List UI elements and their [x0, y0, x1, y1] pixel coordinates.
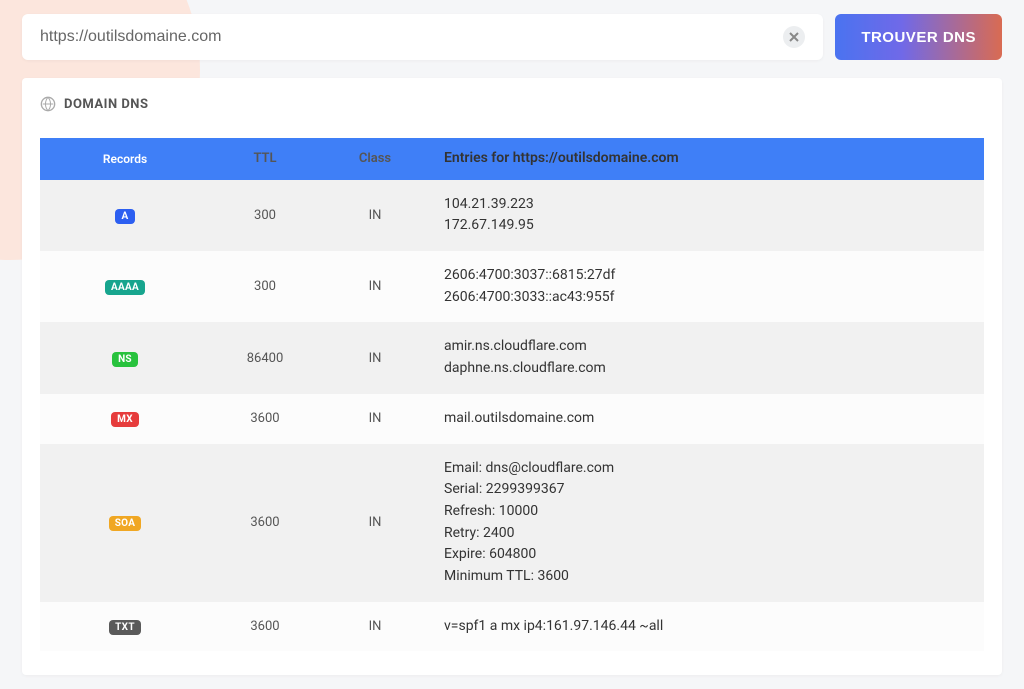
table-row: SOA3600INEmail: dns@cloudflare.comSerial… — [40, 444, 984, 602]
table-row: A300IN104.21.39.223172.67.149.95 — [40, 180, 984, 251]
record-type-badge: MX — [111, 412, 139, 427]
class-cell: IN — [320, 322, 430, 393]
ttl-cell: 86400 — [210, 322, 320, 393]
entry-line: 104.21.39.223 — [444, 194, 970, 216]
dns-table: Records TTL Class Entries for https://ou… — [40, 138, 984, 651]
entries-cell: amir.ns.cloudflare.comdaphne.ns.cloudfla… — [430, 322, 984, 393]
entry-line: mail.outilsdomaine.com — [444, 408, 970, 430]
domain-input[interactable] — [40, 28, 783, 46]
ttl-cell: 3600 — [210, 602, 320, 652]
entry-line: v=spf1 a mx ip4:161.97.146.44 ~all — [444, 616, 970, 638]
record-type-badge: TXT — [109, 620, 141, 635]
record-type-badge: NS — [112, 352, 138, 367]
entry-line: daphne.ns.cloudflare.com — [444, 358, 970, 380]
record-type-badge: SOA — [109, 516, 142, 531]
class-cell: IN — [320, 444, 430, 602]
entries-cell: mail.outilsdomaine.com — [430, 394, 984, 444]
dns-icon — [40, 96, 56, 112]
class-cell: IN — [320, 602, 430, 652]
panel-title: DOMAIN DNS — [64, 97, 148, 112]
ttl-cell: 300 — [210, 251, 320, 322]
entry-line: Email: dns@cloudflare.com — [444, 458, 970, 480]
table-row: MX 3600IN mail.outilsdomaine.com — [40, 394, 984, 444]
record-type-cell: MX — [40, 394, 210, 444]
record-type-badge: A — [115, 209, 134, 224]
col-header-entries: Entries for https://outilsdomaine.com — [430, 138, 984, 180]
entry-line: 2606:4700:3033::ac43:955f — [444, 287, 970, 309]
entries-cell: Email: dns@cloudflare.comSerial: 2299399… — [430, 444, 984, 602]
entry-line: Retry: 2400 — [444, 523, 970, 545]
entry-line: Expire: 604800 — [444, 544, 970, 566]
ttl-cell: 3600 — [210, 394, 320, 444]
entry-line: 2606:4700:3037::6815:27df — [444, 265, 970, 287]
record-type-badge: AAAA — [105, 280, 145, 295]
search-bar: TROUVER DNS — [22, 14, 1002, 60]
record-type-cell: AAAA — [40, 251, 210, 322]
entries-cell: v=spf1 a mx ip4:161.97.146.44 ~all — [430, 602, 984, 652]
class-cell: IN — [320, 394, 430, 444]
entry-line: Refresh: 10000 — [444, 501, 970, 523]
class-cell: IN — [320, 180, 430, 251]
class-cell: IN — [320, 251, 430, 322]
col-header-records: Records — [40, 138, 210, 180]
entry-line: 172.67.149.95 — [444, 215, 970, 237]
dns-panel: DOMAIN DNS Records TTL Class Entries for… — [22, 78, 1002, 675]
entries-cell: 2606:4700:3037::6815:27df2606:4700:3033:… — [430, 251, 984, 322]
record-type-cell: A — [40, 180, 210, 251]
col-header-ttl: TTL — [210, 138, 320, 180]
table-header-row: Records TTL Class Entries for https://ou… — [40, 138, 984, 180]
ttl-cell: 3600 — [210, 444, 320, 602]
table-row: TXT 3600IN v=spf1 a mx ip4:161.97.146.44 ~… — [40, 602, 984, 652]
entry-line: Serial: 2299399367 — [444, 479, 970, 501]
entry-line: amir.ns.cloudflare.com — [444, 336, 970, 358]
close-icon — [789, 32, 799, 42]
record-type-cell: NS — [40, 322, 210, 393]
clear-button[interactable] — [783, 26, 805, 48]
table-row: AAAA300IN2606:4700:3037::6815:27df2606:4… — [40, 251, 984, 322]
record-type-cell: TXT — [40, 602, 210, 652]
record-type-cell: SOA — [40, 444, 210, 602]
col-header-class: Class — [320, 138, 430, 180]
find-dns-button[interactable]: TROUVER DNS — [835, 14, 1002, 60]
ttl-cell: 300 — [210, 180, 320, 251]
table-row: NS86400INamir.ns.cloudflare.comdaphne.ns… — [40, 322, 984, 393]
search-wrapper — [22, 14, 823, 60]
entries-cell: 104.21.39.223172.67.149.95 — [430, 180, 984, 251]
panel-header: DOMAIN DNS — [40, 96, 984, 112]
